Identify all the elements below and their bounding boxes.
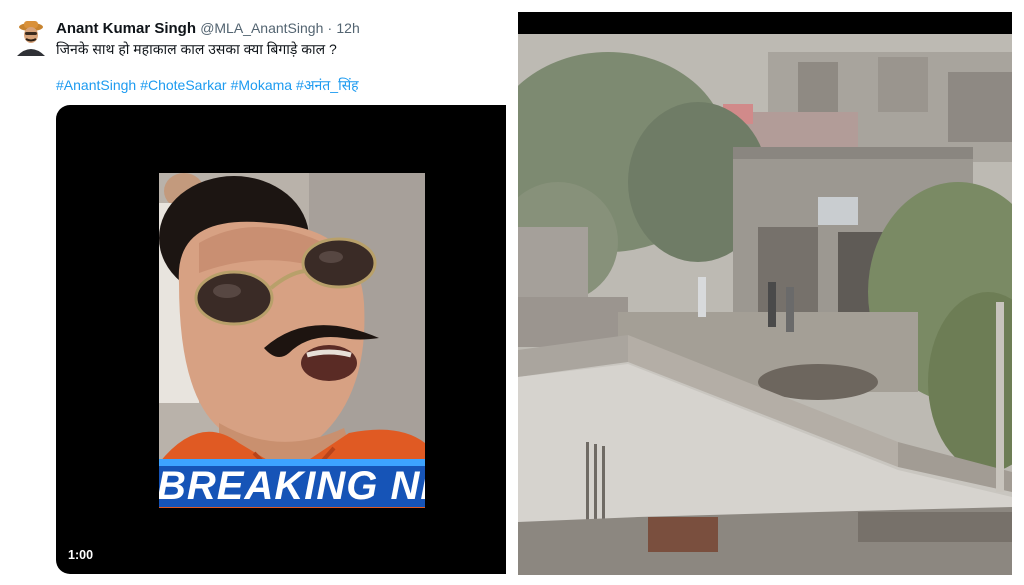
breaking-news-text: BREAKING NE: [159, 464, 425, 507]
breaking-news-banner: BREAKING NE: [159, 459, 425, 507]
author-name[interactable]: Anant Kumar Singh: [56, 20, 196, 37]
author-handle[interactable]: @MLA_AnantSingh: [200, 20, 323, 36]
tweet-header: Anant Kumar Singh @MLA_AnantSingh · 12h: [56, 19, 360, 38]
tweet-timestamp[interactable]: 12h: [336, 20, 359, 36]
tweet-hashtags: #AnantSingh #ChoteSarkar #Mokama #अनंत_सिंह: [56, 76, 363, 94]
author-avatar[interactable]: [14, 18, 48, 56]
hashtag-link[interactable]: #ChoteSarkar: [140, 77, 226, 93]
rooftop-scene-image: [518, 12, 1012, 575]
header-separator: ·: [327, 20, 333, 36]
hashtag-link[interactable]: #AnantSingh: [56, 77, 136, 93]
video-duration: 1:00: [68, 548, 94, 562]
tweet-card: Anant Kumar Singh @MLA_AnantSingh · 12h …: [0, 0, 512, 585]
hashtag-link[interactable]: #Mokama: [231, 77, 292, 93]
attached-photo[interactable]: [518, 12, 1012, 575]
hashtag-link[interactable]: #अनंत_सिंह: [296, 77, 359, 93]
video-thumbnail: BREAKING NE: [159, 173, 425, 508]
tweet-text: जिनके साथ हो महाकाल काल उसका क्या बिगाड़…: [56, 41, 337, 57]
video-thumbnail-image: [159, 173, 425, 508]
video-player[interactable]: BREAKING NE 1:00: [56, 105, 506, 574]
